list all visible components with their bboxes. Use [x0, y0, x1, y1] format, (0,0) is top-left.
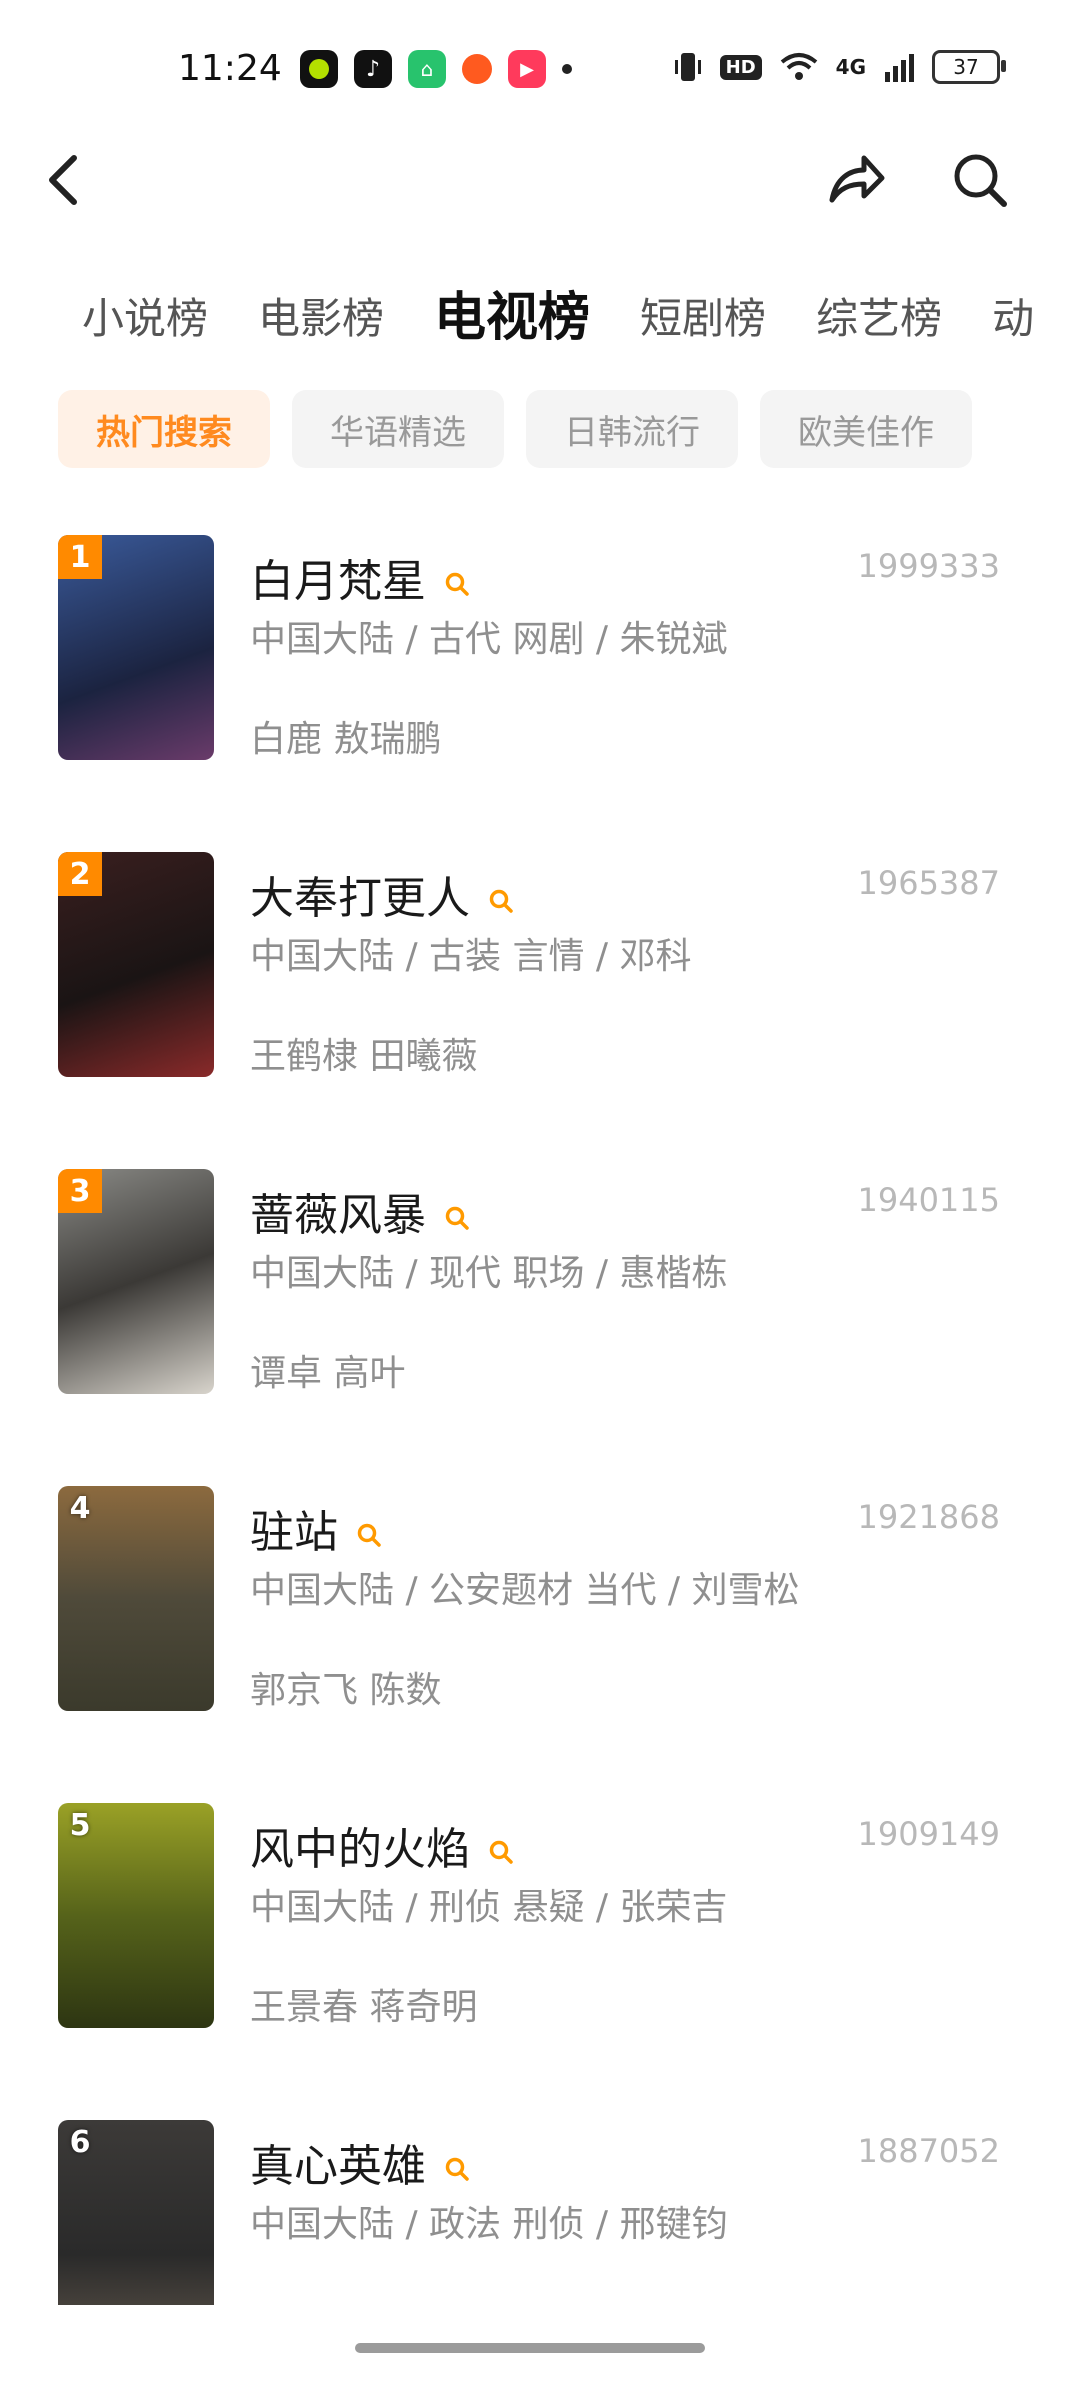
home-indicator[interactable] [355, 2343, 705, 2353]
orange-app-icon [462, 54, 492, 84]
title-text: 风中的火焰 [250, 1824, 470, 1875]
more-notifications-icon [562, 64, 572, 74]
list-item[interactable]: 1 白月梵星 1999333 中国大陆 / 古代 网剧 / 朱锐斌 白鹿 敖瑞鹏 [0, 535, 1080, 852]
filter-chips: 热门搜索 华语精选 日韩流行 欧美佳作 [58, 390, 972, 468]
item-actors: 王鹤棣 田曦薇 [250, 1036, 478, 1077]
hd-icon: HD [719, 54, 762, 80]
tab-anime[interactable]: 动 [992, 285, 1034, 350]
search-count: 1887052 [857, 2132, 1000, 2170]
item-meta: 中国大陆 / 现代 职场 / 惠楷栋 [250, 1253, 728, 1294]
rank-badge: 4 [69, 1490, 91, 1526]
title-text: 蔷薇风暴 [250, 1190, 426, 1241]
poster-image: 2 [58, 852, 214, 1077]
item-meta: 中国大陆 / 政法 刑侦 / 邢键钧 [250, 2204, 728, 2245]
wifi-icon [780, 53, 817, 80]
back-icon[interactable] [40, 150, 88, 210]
rank-badge: 6 [69, 2124, 91, 2160]
search-count: 1940115 [857, 1181, 1000, 1219]
ranking-list: 1 白月梵星 1999333 中国大陆 / 古代 网剧 / 朱锐斌 白鹿 敖瑞鹏… [0, 535, 1080, 2305]
title-text: 大奉打更人 [250, 873, 470, 924]
share-icon[interactable] [826, 150, 886, 210]
title-text: 驻站 [250, 1507, 338, 1558]
search-icon[interactable] [444, 2156, 470, 2182]
rank-badge: 2 [58, 852, 102, 896]
bag-icon: ⌂ [408, 50, 446, 88]
tiktok-icon: ♪ [354, 50, 392, 88]
item-title: 大奉打更人 [250, 862, 514, 926]
item-actors: 张志坚 林子舟 [250, 2295, 477, 2305]
system-icons: HD 4G 37 [674, 50, 1006, 84]
poster-image: 6 [58, 2120, 214, 2305]
title-text: 真心英雄 [250, 2141, 426, 2192]
list-item[interactable]: 6 真心英雄 1887052 中国大陆 / 政法 刑侦 / 邢键钧 张志坚 林子… [0, 2120, 1080, 2305]
item-title: 驻站 [250, 1496, 382, 1560]
poster-image: 4 [58, 1486, 214, 1711]
item-meta: 中国大陆 / 公安题材 当代 / 刘雪松 [250, 1570, 800, 1611]
list-item[interactable]: 3 蔷薇风暴 1940115 中国大陆 / 现代 职场 / 惠楷栋 谭卓 高叶 [0, 1169, 1080, 1486]
item-actors: 郭京飞 陈数 [250, 1670, 442, 1711]
item-meta: 中国大陆 / 刑侦 悬疑 / 张荣吉 [250, 1887, 728, 1928]
signal-icon [885, 54, 914, 82]
app-icon-circle [300, 50, 338, 88]
poster-image: 1 [58, 535, 214, 760]
search-icon[interactable] [444, 571, 470, 597]
chip-hot-search[interactable]: 热门搜索 [58, 390, 270, 468]
video-app-icon: ▶ [508, 50, 546, 88]
notification-icons: ♪ ⌂ ▶ [300, 50, 572, 88]
item-actors: 王景春 蒋奇明 [250, 1987, 478, 2028]
item-title: 白月梵星 [250, 545, 470, 609]
list-item[interactable]: 4 驻站 1921868 中国大陆 / 公安题材 当代 / 刘雪松 郭京飞 陈数 [0, 1486, 1080, 1803]
tab-tv[interactable]: 电视榜 [434, 285, 590, 350]
search-icon[interactable] [356, 1522, 382, 1548]
list-item[interactable]: 2 大奉打更人 1965387 中国大陆 / 古装 言情 / 邓科 王鹤棣 田曦… [0, 852, 1080, 1169]
battery-icon: 37 [932, 50, 1006, 84]
tab-movie[interactable]: 电影榜 [258, 285, 384, 350]
item-meta: 中国大陆 / 古代 网剧 / 朱锐斌 [250, 619, 728, 660]
poster-image: 5 [58, 1803, 214, 2028]
chip-jp-kr[interactable]: 日韩流行 [526, 390, 738, 468]
rank-badge: 5 [69, 1807, 91, 1843]
rank-badge: 1 [58, 535, 102, 579]
search-count: 1965387 [857, 864, 1000, 902]
network-type: 4G [835, 55, 866, 79]
item-title: 蔷薇风暴 [250, 1179, 470, 1243]
vibrate-icon [674, 53, 701, 81]
rank-badge: 3 [58, 1169, 102, 1213]
item-title: 真心英雄 [250, 2130, 470, 2194]
search-count: 1921868 [857, 1498, 1000, 1536]
search-icon[interactable] [950, 150, 1010, 210]
battery-level: 37 [953, 55, 979, 79]
tab-variety[interactable]: 综艺榜 [816, 285, 942, 350]
tab-short-drama[interactable]: 短剧榜 [640, 285, 766, 350]
item-actors: 白鹿 敖瑞鹏 [250, 719, 442, 760]
search-count: 1909149 [857, 1815, 1000, 1853]
tab-novel[interactable]: 小说榜 [82, 285, 208, 350]
search-count: 1999333 [857, 547, 1000, 585]
item-actors: 谭卓 高叶 [250, 1353, 406, 1394]
list-item[interactable]: 5 风中的火焰 1909149 中国大陆 / 刑侦 悬疑 / 张荣吉 王景春 蒋… [0, 1803, 1080, 2120]
chip-western[interactable]: 欧美佳作 [760, 390, 972, 468]
top-nav [0, 140, 1080, 260]
item-title: 风中的火焰 [250, 1813, 514, 1877]
search-icon[interactable] [444, 1205, 470, 1231]
title-text: 白月梵星 [250, 556, 426, 607]
poster-image: 3 [58, 1169, 214, 1394]
item-meta: 中国大陆 / 古装 言情 / 邓科 [250, 936, 692, 977]
search-icon[interactable] [488, 1839, 514, 1865]
status-bar: 11:24 ♪ ⌂ ▶ HD 4G 37 [0, 0, 1080, 140]
search-icon[interactable] [488, 888, 514, 914]
chip-chinese[interactable]: 华语精选 [292, 390, 504, 468]
category-tabs: 小说榜 电影榜 电视榜 短剧榜 综艺榜 动 [82, 285, 1080, 350]
status-time: 11:24 [178, 48, 282, 89]
